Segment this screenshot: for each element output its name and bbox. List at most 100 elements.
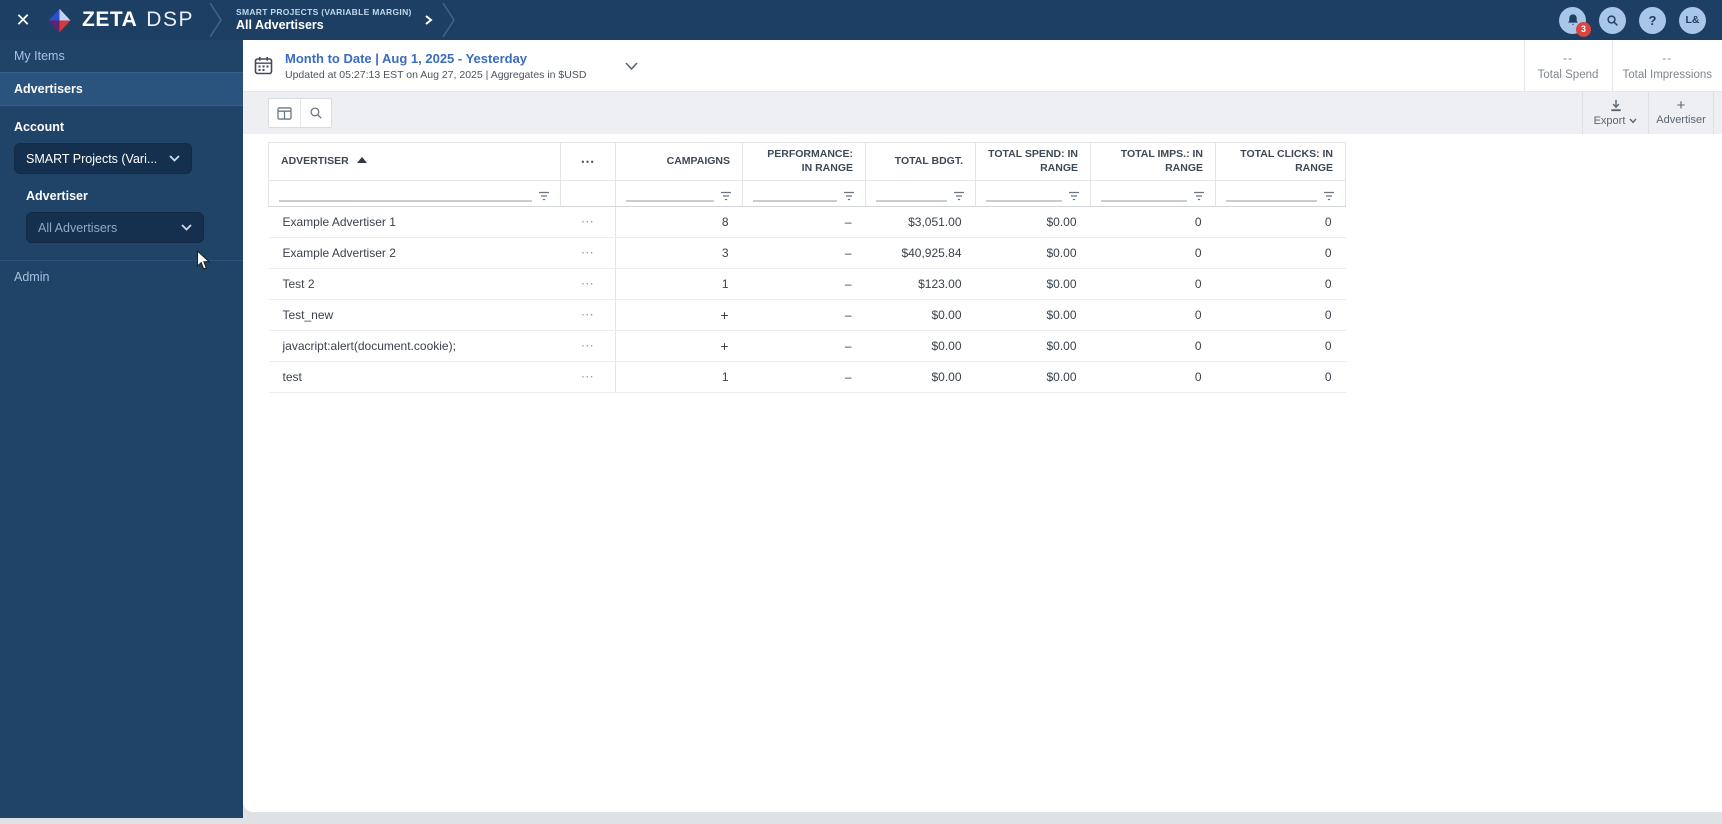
row-actions-button[interactable]: ⋯	[581, 245, 595, 260]
advertiser-name[interactable]: Test_new	[268, 299, 561, 332]
breadcrumb-page: All Advertisers	[235, 17, 324, 32]
row-actions-button[interactable]: ⋯	[581, 276, 595, 291]
account-select[interactable]: SMART Projects (Vari...	[14, 143, 192, 174]
row-actions-button[interactable]: ⋯	[581, 369, 595, 384]
filter-input-performance[interactable]	[753, 190, 837, 203]
row-actions-icon: ⋯	[580, 153, 596, 170]
filter-input-total_bdgt[interactable]	[876, 190, 947, 203]
column-header-performance[interactable]: PERFORMANCE: IN RANGE	[742, 141, 866, 182]
table-search-button[interactable]	[300, 99, 331, 127]
column-header-actions[interactable]: ⋯	[560, 141, 616, 182]
brand-name: ZETA	[82, 8, 138, 31]
date-range-chevron-icon[interactable]	[624, 61, 639, 71]
export-label: Export	[1593, 115, 1626, 127]
table-row[interactable]: Example Advertiser 1 ⋯ 8– $3,051.00 $0.00 0 0	[268, 206, 1346, 239]
filter-icon[interactable]	[1323, 191, 1335, 202]
filter-icon[interactable]	[538, 191, 550, 202]
filter-input-advertiser[interactable]	[279, 190, 532, 203]
filter-icon[interactable]	[720, 191, 732, 202]
row-actions-cell: ⋯	[560, 299, 616, 332]
filter-icon[interactable]	[843, 191, 855, 202]
total-impressions-stat: -- Total Impressions	[1611, 40, 1722, 91]
search-icon	[310, 107, 322, 119]
date-range-selector[interactable]: Month to Date | Aug 1, 2025 - Yesterday …	[285, 51, 586, 81]
cell-total_bdgt: $40,925.84	[865, 237, 976, 270]
breadcrumb[interactable]: SMART PROJECTS (VARIABLE MARGIN) All Adv…	[236, 7, 412, 32]
row-actions-cell: ⋯	[560, 361, 616, 394]
help-button[interactable]: ?	[1639, 6, 1666, 34]
notifications-button[interactable]: 3	[1559, 6, 1591, 37]
column-header-total_clicks[interactable]: TOTAL CLICKS: IN RANGE	[1215, 141, 1346, 182]
columns-icon	[277, 106, 292, 120]
chevron-down-icon	[169, 155, 180, 162]
table-row[interactable]: javacript:alert(document.cookie); ⋯ + – $0.0…	[268, 330, 1346, 363]
total-impressions-label: Total Impressions	[1622, 68, 1712, 81]
cell-total_spend: $0.00	[975, 206, 1091, 239]
filter-cell-performance	[742, 180, 866, 208]
user-avatar[interactable]: L&	[1679, 6, 1706, 34]
cell-total_imps: 0	[1090, 299, 1216, 332]
search-icon	[1607, 14, 1618, 26]
close-icon[interactable]: ✕	[0, 10, 46, 31]
advertiser-select[interactable]: All Advertisers	[26, 212, 204, 243]
cell-total_imps: 0	[1090, 330, 1216, 363]
advertiser-label: Advertiser	[26, 189, 88, 203]
cell-total_clicks: 0	[1215, 330, 1346, 363]
table-row[interactable]: test ⋯ 1– $0.00 $0.00 0 0	[268, 361, 1346, 394]
cell-total_bdgt: $0.00	[865, 330, 976, 363]
row-actions-button[interactable]: ⋯	[581, 307, 595, 322]
advertiser-name[interactable]: Test 2	[268, 268, 561, 301]
table-row[interactable]: Test_new ⋯ + – $0.00 $0.00 0 0	[268, 299, 1346, 332]
advertiser-name[interactable]: javacript:alert(document.cookie);	[268, 330, 561, 363]
advertiser-subsection: Advertiser All Advertisers	[26, 189, 229, 243]
cell-total_imps: 0	[1090, 206, 1216, 239]
filter-icon[interactable]	[1193, 191, 1205, 202]
column-header-total_imps[interactable]: TOTAL IMPS.: IN RANGE	[1090, 141, 1216, 182]
filter-icon[interactable]	[953, 191, 965, 202]
add-campaign-button[interactable]: +	[720, 307, 728, 323]
sidebar-item-my-items[interactable]: My Items	[0, 40, 243, 72]
advertiser-name[interactable]: Example Advertiser 1	[268, 206, 561, 239]
brand-product: DSP	[146, 8, 194, 31]
filter-icon[interactable]	[1068, 191, 1080, 202]
add-campaign-button[interactable]: +	[720, 338, 728, 354]
plus-icon: +	[1676, 96, 1686, 114]
brand-logo[interactable]: ZETA DSP	[46, 7, 194, 34]
breadcrumb-next-icon[interactable]	[424, 14, 433, 26]
cell-performance: –	[742, 206, 866, 239]
filter-input-campaigns[interactable]	[626, 190, 714, 203]
advertiser-name[interactable]: Example Advertiser 2	[268, 237, 561, 270]
column-header-campaigns[interactable]: CAMPAIGNS	[615, 141, 743, 182]
column-settings-button[interactable]	[269, 99, 300, 127]
total-impressions-value: --	[1662, 50, 1673, 65]
advertiser-name[interactable]: test	[268, 361, 561, 394]
cell-campaigns: +	[615, 299, 743, 332]
table-row[interactable]: Example Advertiser 2 ⋯ 3– $40,925.84 $0.00 0 0	[268, 237, 1346, 270]
filter-input-total_clicks[interactable]	[1226, 190, 1317, 203]
row-actions-button[interactable]: ⋯	[581, 338, 595, 353]
export-button[interactable]: Export	[1582, 92, 1648, 134]
column-header-advertiser[interactable]: ADVERTISER	[268, 141, 561, 182]
filter-cell-actions	[560, 180, 616, 208]
filter-input-total_imps[interactable]	[1101, 190, 1187, 203]
column-header-total_bdgt[interactable]: TOTAL BDGT.	[865, 141, 976, 182]
summary-stats: -- Total Spend -- Total Impressions	[1523, 40, 1722, 91]
add-advertiser-label: Advertiser	[1656, 113, 1706, 126]
add-advertiser-button[interactable]: + Advertiser	[1648, 92, 1714, 134]
sidebar-item-advertisers[interactable]: Advertisers	[0, 72, 243, 106]
search-button[interactable]	[1599, 6, 1626, 34]
filter-input-total_spend[interactable]	[986, 190, 1062, 203]
app-screen: ✕ ZETA DSP SMART PROJECTS (VARIABLE MARG…	[0, 0, 1722, 824]
cell-total_bdgt: $3,051.00	[865, 206, 976, 239]
toolbar-actions: Export + Advertiser	[1582, 92, 1714, 134]
cell-total_imps: 0	[1090, 237, 1216, 270]
row-actions-button[interactable]: ⋯	[581, 214, 595, 229]
table-row[interactable]: Test 2 ⋯ 1– $123.00 $0.00 0 0	[268, 268, 1346, 301]
breadcrumb-account: SMART PROJECTS (VARIABLE MARGIN)	[235, 7, 412, 18]
row-actions-cell: ⋯	[560, 330, 616, 363]
view-tools-group	[268, 98, 332, 128]
breadcrumb-separator-icon	[441, 0, 457, 40]
column-header-total_spend[interactable]: TOTAL SPEND: IN RANGE	[975, 141, 1091, 182]
filter-cell-total_clicks	[1215, 180, 1346, 208]
mouse-cursor	[196, 250, 211, 270]
